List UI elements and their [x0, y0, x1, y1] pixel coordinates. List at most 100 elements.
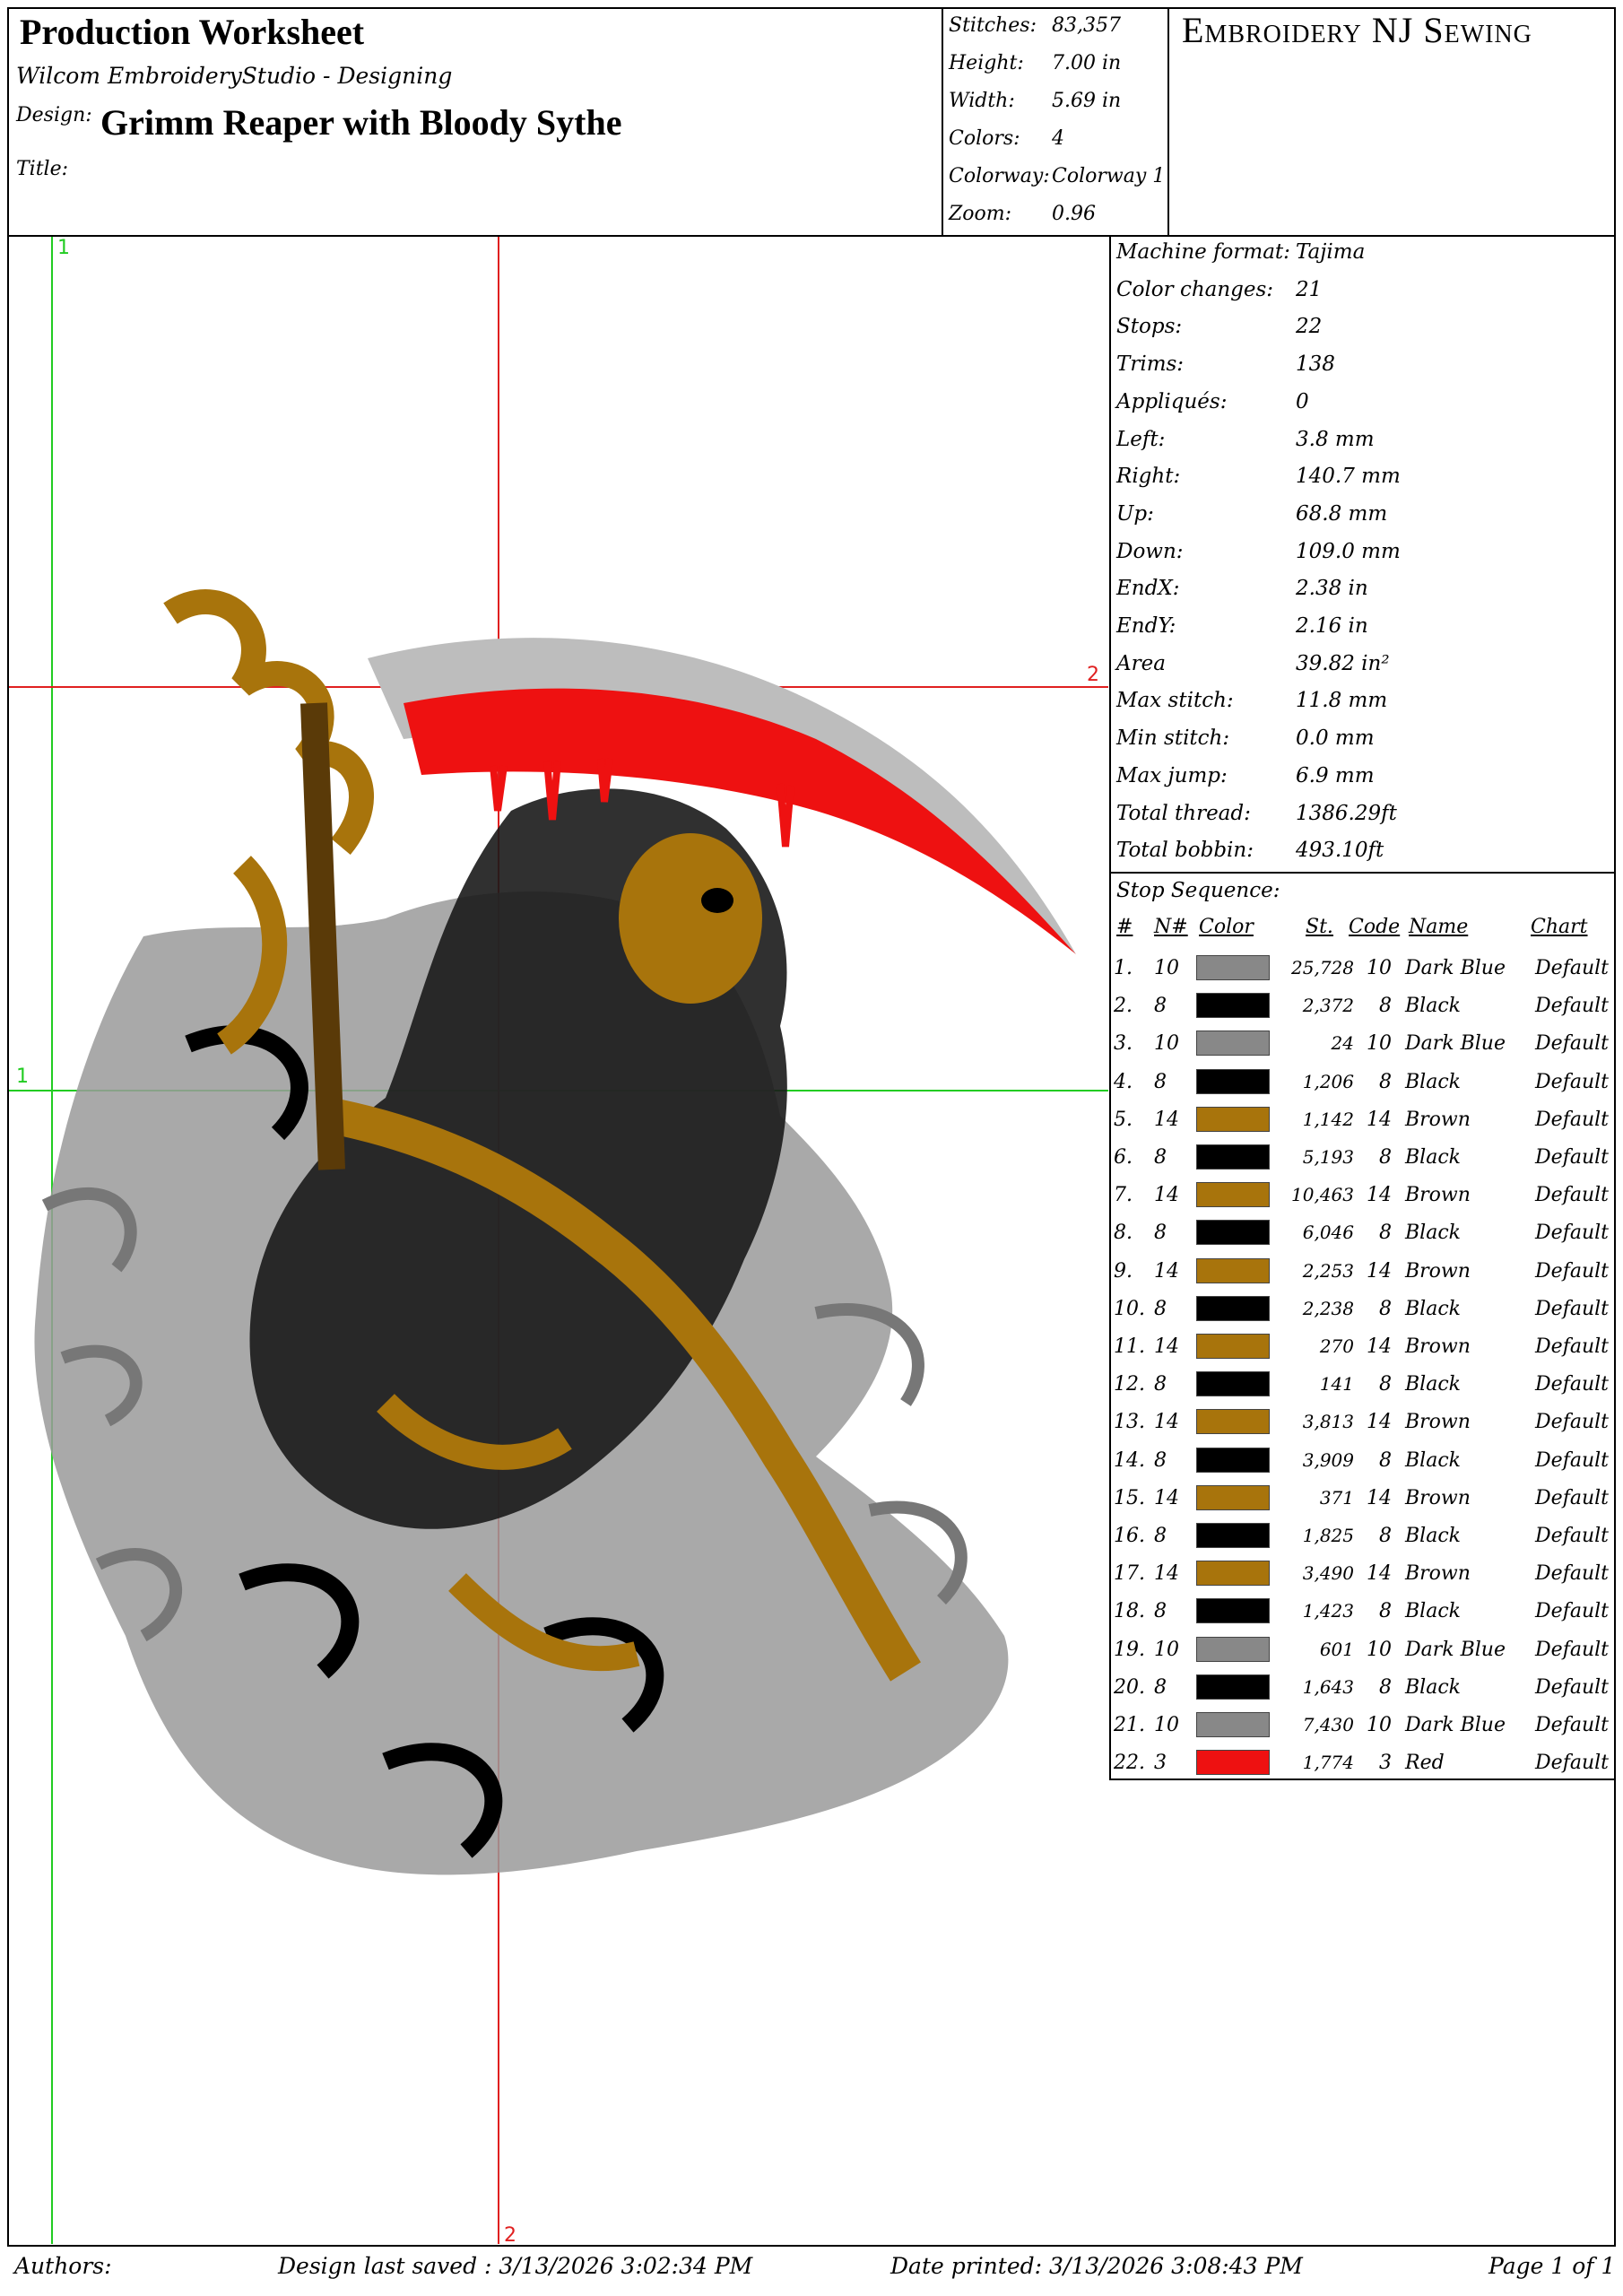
stop-sequence-label: Stop Sequence: [1116, 879, 1280, 902]
table-row: 20. 8 1,643 8 Black Default [1114, 1673, 1614, 1709]
row-color-name: Black [1405, 1222, 1461, 1245]
summary-value: 5.69 in [1052, 90, 1122, 112]
row-color-name: Black [1405, 1675, 1461, 1699]
row-stitches: 10,463 [1291, 1184, 1354, 1206]
row-needle: 8 [1154, 1222, 1167, 1245]
row-chart: Default [1535, 1373, 1609, 1396]
summary-label: Colorway: [949, 165, 1050, 187]
row-stitches: 1,643 [1302, 1675, 1354, 1698]
guide-label-red-bottom: 2 [504, 2224, 516, 2247]
stat-row: EndX: 2.38 in [1116, 577, 1368, 613]
table-row: 21. 10 7,430 10 Dark Blue Default [1114, 1710, 1614, 1746]
row-index: 21. [1114, 1714, 1145, 1736]
summary-row: Zoom: 0.96 [949, 203, 1096, 239]
row-needle: 3 [1154, 1752, 1167, 1775]
row-chart: Default [1535, 1222, 1609, 1245]
row-chart: Default [1535, 1411, 1609, 1434]
color-swatch [1196, 1220, 1270, 1246]
col-header-code: Code [1349, 916, 1401, 938]
color-swatch [1196, 1484, 1270, 1510]
stat-label: Down: [1116, 539, 1184, 563]
row-code: 10 [1367, 957, 1392, 979]
authors-label: Authors: [14, 2253, 112, 2279]
row-index: 4. [1114, 1070, 1133, 1093]
row-index: 11. [1114, 1335, 1145, 1358]
row-chart: Default [1535, 957, 1609, 979]
color-swatch [1196, 955, 1270, 980]
row-color-name: Black [1405, 1297, 1461, 1320]
table-row: 4. 8 1,206 8 Black Default [1114, 1067, 1614, 1103]
row-needle: 14 [1154, 1411, 1179, 1434]
row-color-name: Dark Blue [1405, 1714, 1506, 1736]
table-row: 10. 8 2,238 8 Black Default [1114, 1294, 1614, 1330]
guide-label-red-right: 2 [1087, 664, 1099, 686]
summary-value: 4 [1052, 127, 1064, 150]
row-chart: Default [1535, 1335, 1609, 1358]
row-index: 10. [1114, 1297, 1145, 1320]
stat-label: Total thread: [1116, 801, 1251, 825]
table-row: 12. 8 141 8 Black Default [1114, 1370, 1614, 1405]
row-stitches: 2,372 [1302, 995, 1354, 1017]
table-row: 16. 8 1,825 8 Black Default [1114, 1521, 1614, 1557]
row-code: 14 [1367, 1562, 1392, 1586]
row-code: 8 [1379, 995, 1392, 1018]
color-swatch [1196, 1636, 1270, 1662]
row-color-name: Brown [1405, 1486, 1471, 1509]
stat-label: Stops: [1116, 315, 1183, 339]
stat-value: 493.10ft [1296, 839, 1384, 863]
row-code: 14 [1367, 1411, 1392, 1434]
row-code: 10 [1367, 1714, 1392, 1736]
row-chart: Default [1535, 1752, 1609, 1775]
stat-row: Color changes: 21 [1116, 278, 1322, 314]
color-swatch [1196, 1371, 1270, 1397]
summary-label: Zoom: [949, 203, 1012, 225]
color-swatch [1196, 1561, 1270, 1587]
stat-value: 140.7 mm [1296, 465, 1401, 489]
row-chart: Default [1535, 1032, 1609, 1056]
stat-row: Stops: 22 [1116, 315, 1322, 351]
row-code: 3 [1379, 1752, 1392, 1775]
row-code: 8 [1379, 1297, 1392, 1320]
row-index: 19. [1114, 1638, 1145, 1661]
summary-row: Height: 7.00 in [949, 52, 1121, 88]
row-code: 8 [1379, 1070, 1392, 1093]
row-chart: Default [1535, 1259, 1609, 1283]
stat-row: Total bobbin: 493.10ft [1116, 839, 1384, 874]
stat-row: Up: 68.8 mm [1116, 502, 1387, 538]
row-chart: Default [1535, 1297, 1609, 1320]
row-code: 8 [1379, 1222, 1392, 1245]
row-chart: Default [1535, 1448, 1609, 1472]
stat-value: Tajima [1296, 240, 1366, 264]
row-chart: Default [1535, 1562, 1609, 1586]
stat-row: EndY: 2.16 in [1116, 614, 1368, 650]
row-needle: 10 [1154, 1032, 1179, 1056]
guide-label-green-left: 1 [16, 1065, 29, 1088]
col-header-name: Name [1409, 916, 1469, 938]
row-chart: Default [1535, 1638, 1609, 1661]
row-chart: Default [1535, 1486, 1609, 1509]
row-index: 22. [1114, 1752, 1145, 1775]
table-row: 13. 14 3,813 14 Brown Default [1114, 1407, 1614, 1443]
row-stitches: 1,423 [1302, 1600, 1354, 1622]
stat-value: 68.8 mm [1296, 501, 1388, 526]
row-chart: Default [1535, 1108, 1609, 1131]
row-index: 8. [1114, 1222, 1133, 1245]
row-needle: 8 [1154, 1297, 1167, 1320]
stat-value: 0 [1296, 389, 1309, 413]
summary-value: 0.96 [1052, 203, 1096, 225]
table-row: 11. 14 270 14 Brown Default [1114, 1332, 1614, 1368]
row-code: 8 [1379, 1600, 1392, 1623]
row-color-name: Black [1405, 1600, 1461, 1623]
stat-row: Appliqués: 0 [1116, 390, 1309, 426]
summary-value: 7.00 in [1052, 52, 1122, 74]
stat-value: 1386.29ft [1296, 801, 1397, 825]
row-stitches: 24 [1331, 1032, 1354, 1055]
stat-label: Right: [1116, 465, 1181, 489]
color-swatch [1196, 1712, 1270, 1737]
row-code: 10 [1367, 1032, 1392, 1056]
stat-label: Min stitch: [1116, 726, 1230, 751]
last-saved: Design last saved : 3/13/2026 3:02:34 PM [278, 2253, 753, 2279]
software-name: Wilcom EmbroideryStudio - Designing [16, 63, 453, 89]
row-needle: 8 [1154, 1448, 1167, 1472]
brand-name: Embroidery NJ Sewing [1182, 10, 1532, 50]
